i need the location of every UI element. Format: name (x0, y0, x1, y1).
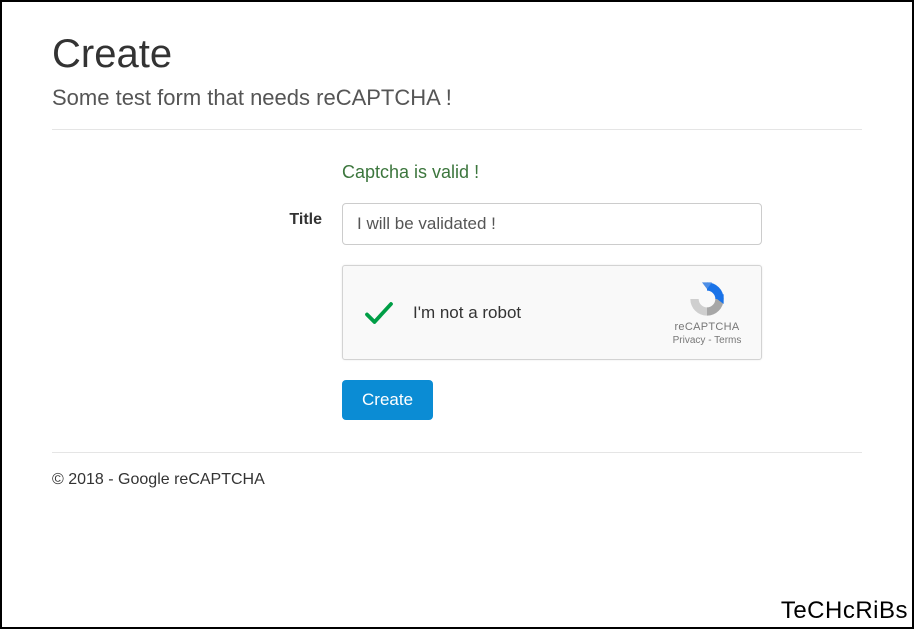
watermark: TeCHcRiBs (781, 597, 908, 625)
title-label: Title (52, 203, 342, 229)
create-form: Captcha is valid ! Title I'm not a robot (52, 130, 862, 452)
checkmark-icon (361, 295, 397, 331)
page-subtitle: Some test form that needs reCAPTCHA ! (52, 85, 862, 111)
footer-copyright: © 2018 - Google reCAPTCHA (52, 453, 862, 489)
recaptcha-terms-link[interactable]: Terms (714, 335, 741, 346)
recaptcha-text: I'm not a robot (413, 303, 521, 323)
captcha-status-message: Captcha is valid ! (342, 162, 479, 182)
recaptcha-brand-name: reCAPTCHA (667, 321, 747, 333)
recaptcha-privacy-link[interactable]: Privacy (673, 335, 706, 346)
title-input[interactable] (342, 203, 762, 245)
page-title: Create (52, 32, 862, 77)
recaptcha-brand: reCAPTCHA Privacy - Terms (667, 279, 747, 346)
recaptcha-widget[interactable]: I'm not a robot reCAPTCHA Privacy - (342, 265, 762, 360)
recaptcha-separator: - (705, 335, 714, 346)
recaptcha-logo-icon (687, 279, 727, 319)
create-button[interactable]: Create (342, 380, 433, 420)
